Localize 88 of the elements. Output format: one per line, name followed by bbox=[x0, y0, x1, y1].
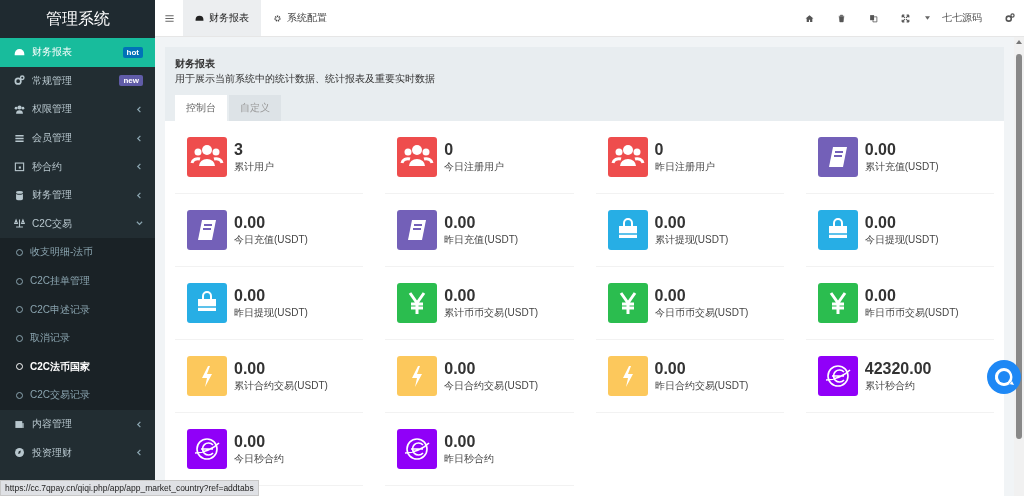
stat-label: 累计币币交易(USDT) bbox=[444, 306, 539, 320]
sidebar-item[interactable]: C2C交易 bbox=[0, 209, 155, 239]
panel-tab[interactable]: 控制台 bbox=[175, 95, 227, 121]
chevron-left-icon bbox=[136, 163, 143, 171]
sidebar-badge: new bbox=[119, 75, 143, 87]
settings-icon bbox=[273, 13, 282, 23]
home-icon bbox=[804, 13, 814, 23]
chevron-left-icon bbox=[136, 420, 143, 428]
stat-label: 今日注册用户 bbox=[444, 160, 505, 174]
cogs-icon bbox=[1005, 13, 1015, 23]
stat-value: 0.00 bbox=[864, 140, 897, 160]
scrollbar[interactable] bbox=[1014, 37, 1024, 496]
sidebar-badge: hot bbox=[122, 46, 143, 58]
stat-label: 今日提现(USDT) bbox=[864, 233, 939, 247]
stat-value: 0.00 bbox=[234, 359, 267, 379]
caret-icon bbox=[925, 16, 930, 20]
stat-value: 0.00 bbox=[444, 359, 477, 379]
stat-value: 0.00 bbox=[234, 432, 267, 452]
sidebar-item[interactable]: 财务报表 hot bbox=[0, 38, 155, 67]
balance-scale-icon bbox=[14, 218, 25, 230]
calendar-icon bbox=[14, 161, 25, 173]
stat-label: 今日充值(USDT) bbox=[234, 233, 308, 247]
stat-label: 今日合约交易(USDT) bbox=[444, 379, 539, 393]
user-menu[interactable]: 七七源码 bbox=[921, 11, 1000, 25]
translate-icon bbox=[868, 13, 878, 23]
chevron-down-icon bbox=[136, 220, 143, 228]
panel-title: 财务报表 bbox=[175, 57, 216, 71]
stat-label: 昨日秒合约 bbox=[444, 452, 495, 466]
submenu-item[interactable]: C2C挂单管理 bbox=[0, 266, 155, 296]
submenu-item[interactable]: C2C交易记录 bbox=[0, 381, 155, 410]
stat-label: 昨日合约交易(USDT) bbox=[654, 379, 749, 393]
stat-label: 累计用户 bbox=[234, 160, 274, 174]
submenu-item[interactable]: C2C法币国家 bbox=[0, 352, 155, 382]
stat-value: 0.00 bbox=[654, 286, 687, 306]
submenu-item[interactable]: C2C申述记录 bbox=[0, 295, 155, 324]
stat-label: 昨日币币交易(USDT) bbox=[864, 306, 959, 320]
stat-value: 3 bbox=[234, 140, 244, 160]
stat-label: 累计秒合约 bbox=[864, 379, 916, 393]
stat-value: 0.00 bbox=[864, 213, 897, 233]
stat-value: 0.00 bbox=[234, 213, 267, 233]
sidebar-item[interactable]: 会员管理 bbox=[0, 123, 155, 153]
stat-label: 昨日充值(USDT) bbox=[444, 233, 519, 247]
stat-value: 0.00 bbox=[654, 359, 687, 379]
compass-icon bbox=[14, 447, 25, 459]
sidebar-item[interactable]: 秒合约 bbox=[0, 152, 155, 181]
expand-icon bbox=[900, 13, 910, 23]
stat-value: 0.00 bbox=[444, 286, 477, 306]
stat-label: 昨日提现(USDT) bbox=[234, 306, 308, 320]
dashboard-icon bbox=[14, 46, 25, 58]
stat-value: 0.00 bbox=[654, 213, 687, 233]
stat-value: 0 bbox=[654, 140, 665, 160]
nav-tab[interactable]: 系统配置 bbox=[261, 0, 339, 36]
stat-value: 0.00 bbox=[444, 213, 477, 233]
sidebar-item[interactable]: 投资理财 bbox=[0, 438, 155, 467]
list-icon bbox=[14, 132, 25, 144]
menu-icon bbox=[163, 12, 175, 24]
submenu-item[interactable]: 收支明细-法币 bbox=[0, 238, 155, 267]
stat-label: 今日币币交易(USDT) bbox=[654, 306, 749, 320]
trash-icon bbox=[836, 13, 846, 23]
panel-description: 用于展示当前系统中的统计数据、统计报表及重要实时数据 bbox=[175, 73, 436, 86]
chevron-left-icon bbox=[136, 191, 143, 199]
stat-value: 0 bbox=[444, 140, 455, 160]
sidebar-item[interactable]: 常规管理 new bbox=[0, 66, 155, 96]
dashboard-icon bbox=[195, 13, 204, 23]
chevron-left-icon bbox=[136, 106, 143, 113]
sidebar-item[interactable]: 财务管理 bbox=[0, 180, 155, 210]
chevron-left-icon bbox=[136, 134, 143, 142]
stat-label: 昨日注册用户 bbox=[654, 160, 715, 174]
stat-label: 累计提现(USDT) bbox=[654, 233, 729, 247]
scroll-up-arrow-icon[interactable] bbox=[1016, 40, 1022, 44]
stat-label: 累计充值(USDT) bbox=[864, 160, 939, 174]
stat-value: 0.00 bbox=[234, 286, 267, 306]
newspaper-icon bbox=[14, 418, 25, 430]
link-status-url: https://cc.7qpay.cn/qiqi.php/app/app_market_country?ref=addtabs bbox=[0, 480, 259, 496]
database-icon bbox=[14, 189, 25, 201]
nav-tab[interactable]: 财务报表 bbox=[183, 0, 261, 36]
stat-value: 42320.00 bbox=[864, 359, 932, 379]
stat-label: 今日秒合约 bbox=[234, 452, 284, 466]
sidebar-item[interactable]: 权限管理 bbox=[0, 95, 155, 124]
app-title: 管理系统 bbox=[45, 8, 110, 29]
stat-label: 累计合约交易(USDT) bbox=[234, 379, 328, 393]
sidebar-item[interactable]: 内容管理 bbox=[0, 409, 155, 439]
stat-value: 0.00 bbox=[864, 286, 897, 306]
group-icon bbox=[14, 104, 25, 115]
submenu-item[interactable]: 取消记录 bbox=[0, 323, 155, 353]
stat-value: 0.00 bbox=[444, 432, 477, 452]
cogs-icon bbox=[14, 75, 25, 87]
chevron-left-icon bbox=[136, 449, 143, 457]
